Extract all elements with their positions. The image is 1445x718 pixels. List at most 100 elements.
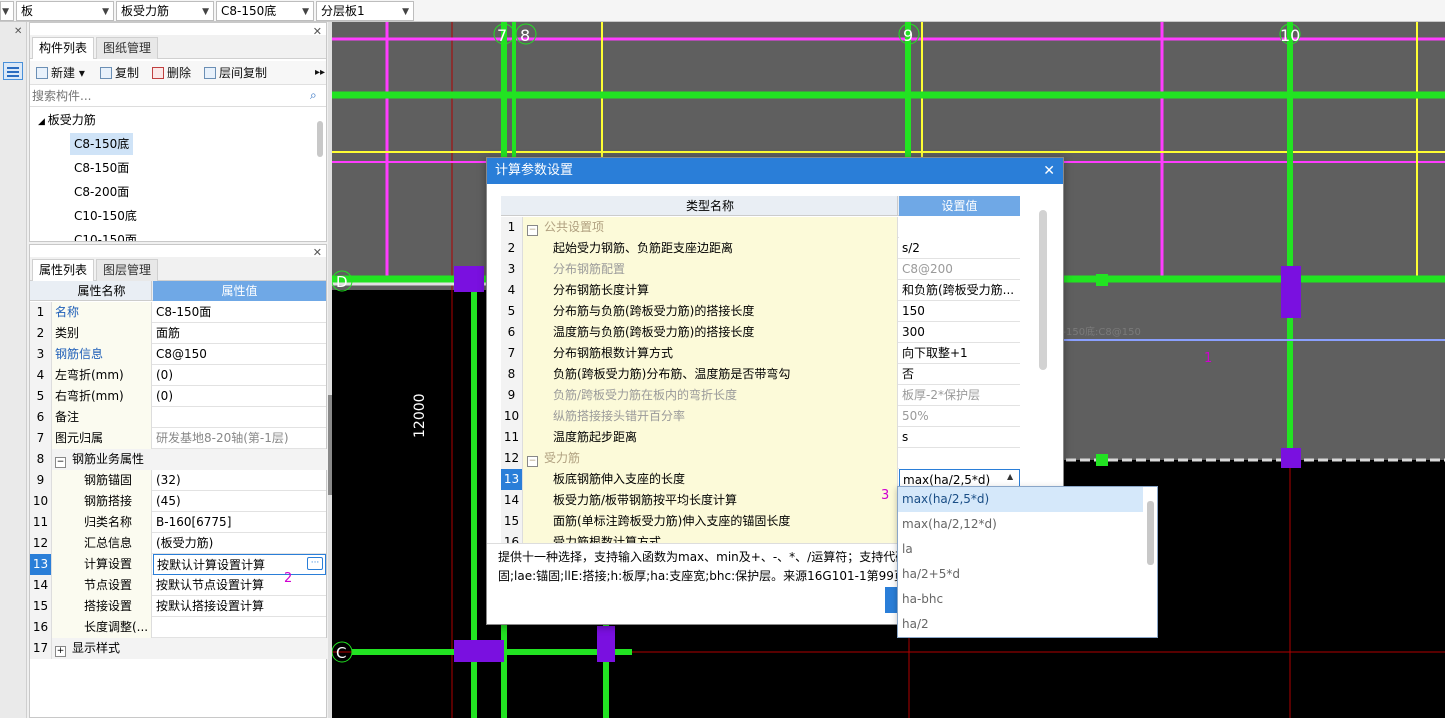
property-row[interactable]: 17 + 显示样式 [30,638,348,659]
dialog-row[interactable]: 2 起始受力钢筋、负筋距支座边距离 s/2 [501,238,1020,259]
dialog-row[interactable]: 5 分布筋与负筋(跨板受力筋)的搭接长度 150 [501,301,1020,322]
setting-value[interactable]: 150 [899,301,1020,322]
property-row[interactable]: 4 左弯折(mm) (0) [30,365,326,386]
property-value[interactable] [153,617,326,638]
property-row[interactable]: 2 类别 面筋 [30,323,326,344]
search-icon[interactable]: ⌕ [310,88,317,103]
property-value[interactable] [153,407,326,428]
setting-name: 面筋(单标注跨板受力筋)伸入支座的锚固长度 [523,511,898,532]
property-row[interactable]: 15 搭接设置 按默认搭接设置计算 [30,596,326,617]
tree-item-selected[interactable]: C8-150底 [70,133,134,155]
property-row[interactable]: 13 计算设置 按默认计算设置计算 ··· [30,554,326,575]
property-row[interactable]: 14 节点设置 按默认节点设置计算 [30,575,326,596]
tree-scrollbar[interactable] [317,121,323,157]
property-value[interactable]: 面筋 [153,323,326,344]
collapse-icon[interactable]: − [55,457,66,468]
property-row[interactable]: 3 钢筋信息 C8@150 [30,344,326,365]
setting-value[interactable]: 50% [899,406,1020,427]
setting-value[interactable] [899,448,1020,469]
dropdown-arrow-icon[interactable]: ▲ [1007,472,1013,481]
new-button[interactable]: 新建 ▾ [36,65,85,81]
property-value[interactable]: C8@150 [153,344,326,365]
dropdown-option[interactable]: max(ha/2,12*d) [898,512,1143,537]
property-row[interactable]: 8− 钢筋业务属性 [30,449,348,470]
dialog-row[interactable]: 11 温度筋起步距离 s [501,427,1020,448]
tree-item[interactable]: C8-200面 [74,181,129,203]
expand-icon[interactable]: + [55,646,66,657]
dialog-row[interactable]: 8 负筋(跨板受力筋)分布筋、温度筋是否带弯勾 否 [501,364,1020,385]
search-input[interactable] [32,87,302,105]
property-value[interactable]: 按默认计算设置计算 [153,554,326,575]
setting-value[interactable] [899,217,1020,238]
property-row[interactable]: 7 图元归属 研发基地8-20轴(第-1层) [30,428,326,449]
property-row[interactable]: 16 长度调整(... [30,617,326,638]
collapse-icon[interactable]: ◢ [38,117,48,127]
setting-value[interactable]: 否 [899,364,1020,385]
property-row[interactable]: 6 备注 [30,407,326,428]
property-value[interactable]: (0) [153,386,326,407]
combo-component[interactable]: C8-150底 ▼ [216,1,314,21]
tree-item[interactable]: C10-150面 [74,229,137,241]
property-row[interactable]: 10 钢筋搭接 (45) [30,491,326,512]
tree-root[interactable]: ◢ 板受力筋 [38,109,96,131]
delete-button[interactable]: 删除 [152,65,191,81]
property-value[interactable]: (32) [153,470,326,491]
setting-value[interactable]: 300 [899,322,1020,343]
property-row[interactable]: 12 汇总信息 (板受力筋) [30,533,326,554]
collapse-icon[interactable]: − [527,456,538,467]
dialog-row[interactable]: 12− 受力筋 [501,448,1020,469]
list-view-icon[interactable] [3,62,23,80]
dropdown-scrollbar[interactable] [1147,501,1154,565]
more-options-icon[interactable]: ··· [307,557,323,570]
tree-item[interactable]: C8-150面 [74,157,129,179]
dialog-scrollbar[interactable] [1039,210,1047,370]
axis-label-c: C [336,644,346,662]
setting-value[interactable]: s [899,427,1020,448]
dropdown-option[interactable]: la [898,537,1143,562]
setting-value[interactable]: 向下取整+1 [899,343,1020,364]
combo-element-type[interactable]: 板 ▼ [16,1,114,21]
property-row[interactable]: 5 右弯折(mm) (0) [30,386,326,407]
combo-element-subtype[interactable]: 板受力筋 ▼ [116,1,214,21]
tree-item[interactable]: C10-150底 [74,205,137,227]
close-icon[interactable]: ✕ [14,26,22,37]
property-label: 长度调整(... [84,620,149,634]
tab-component-list[interactable]: 构件列表 [32,37,95,59]
dropdown-option[interactable]: ha/2+5*d [898,562,1143,587]
dropdown-option[interactable]: ha-bhc [898,587,1143,612]
combo-layer[interactable]: 分层板1 ▼ [316,1,414,21]
dialog-row[interactable]: 9 负筋/跨板受力筋在板内的弯折长度 板厚-2*保护层 [501,385,1020,406]
property-value[interactable]: (45) [153,491,326,512]
dialog-row[interactable]: 10 纵筋搭接接头错开百分率 50% [501,406,1020,427]
dialog-row[interactable]: 4 分布钢筋长度计算 和负筋(跨板受力筋... [501,280,1020,301]
close-icon[interactable]: ✕ [1043,158,1055,184]
property-row[interactable]: 11 归类名称 B-160[6775] [30,512,326,533]
property-value[interactable]: (板受力筋) [153,533,326,554]
setting-value[interactable]: 板厚-2*保护层 [899,385,1020,406]
floor-copy-button[interactable]: 层间复制 [204,65,267,81]
tab-layer-management[interactable]: 图层管理 [96,259,159,281]
collapse-icon[interactable]: − [527,225,538,236]
property-value[interactable]: (0) [153,365,326,386]
property-row[interactable]: 1 名称 C8-150面 [30,302,326,323]
property-value[interactable]: 研发基地8-20轴(第-1层) [153,428,326,449]
more-icon[interactable]: ▸▸ [315,65,325,81]
property-value[interactable]: 按默认节点设置计算 [153,575,326,596]
dialog-row[interactable]: 1− 公共设置项 [501,217,1020,238]
setting-value[interactable]: C8@200 [899,259,1020,280]
dialog-row[interactable]: 6 温度筋与负筋(跨板受力筋)的搭接长度 300 [501,322,1020,343]
setting-value[interactable]: 和负筋(跨板受力筋... [899,280,1020,301]
combo-leading[interactable]: ▼ [0,1,14,21]
dialog-row[interactable]: 3 分布钢筋配置 C8@200 [501,259,1020,280]
tab-drawing-management[interactable]: 图纸管理 [96,37,159,59]
property-value[interactable]: C8-150面 [153,302,326,323]
property-row[interactable]: 9 钢筋锚固 (32) [30,470,326,491]
tab-property-list[interactable]: 属性列表 [32,259,95,281]
dropdown-option[interactable]: ha/2 [898,612,1143,637]
setting-value[interactable]: s/2 [899,238,1020,259]
dropdown-option[interactable]: max(ha/2,5*d) [898,487,1143,512]
property-value[interactable]: 按默认搭接设置计算 [153,596,326,617]
dialog-row[interactable]: 7 分布钢筋根数计算方式 向下取整+1 [501,343,1020,364]
copy-button[interactable]: 复制 [100,65,139,81]
property-value[interactable]: B-160[6775] [153,512,326,533]
